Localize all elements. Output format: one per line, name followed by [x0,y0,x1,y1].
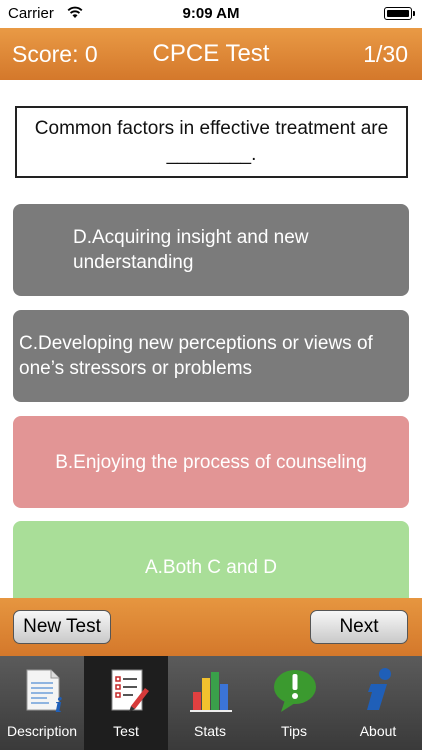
tab-label: About [359,723,397,739]
answer-option-d[interactable]: D.Acquiring insight and new understandin… [13,204,409,296]
new-test-button[interactable]: New Test [13,610,111,644]
tips-speech-bubble-icon [274,670,316,712]
tab-stats[interactable]: Stats [168,656,252,750]
description-icon: i [26,669,63,714]
tab-test[interactable]: Test [84,656,168,750]
question-box: Common factors in effective treatment ar… [15,106,408,178]
tab-description[interactable]: i Description [0,656,84,750]
answer-option-b[interactable]: B.Enjoying the process of counseling [13,416,409,508]
tab-label: Description [6,723,78,739]
tab-bar: i Description Test Stats Tips About [0,656,422,750]
about-info-icon [367,668,391,710]
stats-bar-chart-icon [190,672,232,712]
battery-icon [384,7,415,20]
answer-label: D.Acquiring insight and new understandin… [73,227,309,273]
test-checklist-icon [111,669,149,712]
question-text: Common factors in effective treatment ar… [34,118,389,165]
action-bar: New Test Next [0,598,422,656]
answer-label: B.Enjoying the process of counseling [55,451,367,473]
next-button[interactable]: Next [310,610,408,644]
answer-option-c[interactable]: C.Developing new perceptions or views of… [13,310,409,402]
answer-label: A.Both C and D [144,556,278,578]
page-title: CPCE Test [152,40,270,67]
svg-text:i: i [55,693,63,714]
tab-about[interactable]: About [336,656,420,750]
question-counter: 1/30 [363,41,408,67]
clock: 9:09 AM [182,5,240,22]
tab-label: Tips [281,723,307,739]
answer-label: C.Developing new perceptions or views of… [19,333,373,379]
tab-label: Stats [194,723,226,739]
tab-label: Test [113,723,139,739]
tab-tips[interactable]: Tips [252,656,336,750]
status-bar: Carrier 9:09 AM [0,0,422,28]
header-bar: Score: 0 CPCE Test 1/30 [0,28,422,80]
